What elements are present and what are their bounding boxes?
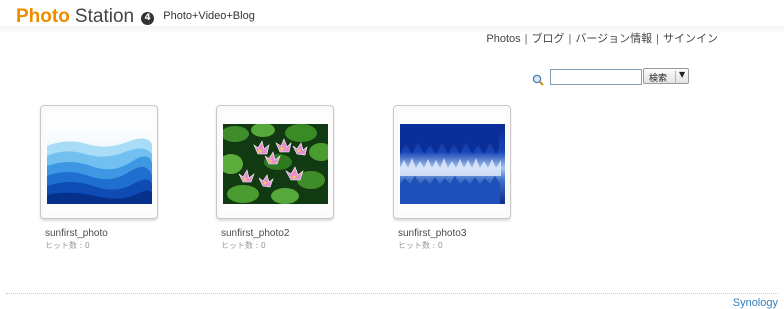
album-frame[interactable] <box>216 105 334 219</box>
nav-separator: | <box>568 33 572 45</box>
album-hit-count: ヒット数 : 0 <box>221 241 266 250</box>
album-title[interactable]: sunfirst_photo3 <box>398 228 511 239</box>
album-card[interactable]: sunfirst_photo3 ヒット数 : 0 <box>393 105 511 251</box>
album-title[interactable]: sunfirst_photo2 <box>221 228 334 239</box>
search-input[interactable] <box>550 69 642 85</box>
album-thumbnail[interactable] <box>400 124 505 204</box>
album-hit-count: ヒット数 : 0 <box>45 241 90 250</box>
nav-separator: | <box>524 33 528 45</box>
album-card[interactable]: sunfirst_photo2 ヒット数 : 0 <box>216 105 334 251</box>
app-tagline: Photo+Video+Blog <box>163 10 255 22</box>
album-thumbnail[interactable] <box>223 124 328 204</box>
album-hit-count: ヒット数 : 0 <box>398 241 443 250</box>
app-logo[interactable]: Photo Station 4 Photo+Video+Blog <box>16 6 255 28</box>
search-button-label: 検索 <box>649 74 668 84</box>
album-title[interactable]: sunfirst_photo <box>45 228 158 239</box>
logo-station-text: Station <box>74 6 135 27</box>
footer-divider <box>6 293 778 294</box>
album-thumbnail[interactable] <box>47 124 152 204</box>
nav-version-info-link[interactable]: バージョン情報 <box>575 33 652 45</box>
button-divider <box>675 71 676 83</box>
album-card[interactable]: sunfirst_photo ヒット数 : 0 <box>40 105 158 251</box>
nav-separator: | <box>656 33 659 45</box>
chevron-down-icon[interactable]: ▼ <box>679 70 685 79</box>
header: Photo Station 4 Photo+Video+Blog <box>0 0 784 34</box>
logo-photo-text: Photo <box>16 6 70 27</box>
nav-sign-in-link[interactable]: サインイン <box>663 33 718 45</box>
nav-blog-link[interactable]: ブログ <box>532 33 565 45</box>
version-badge: 4 <box>141 12 155 25</box>
magnifier-icon <box>532 71 544 86</box>
album-frame[interactable] <box>40 105 158 219</box>
nav-photos-link[interactable]: Photos <box>486 33 520 45</box>
synology-link[interactable]: Synology <box>733 297 778 309</box>
top-navigation: Photos | ブログ | バージョン情報 | サインイン <box>486 30 718 46</box>
search-button[interactable]: 検索 ▼ <box>643 68 689 84</box>
album-frame[interactable] <box>393 105 511 219</box>
